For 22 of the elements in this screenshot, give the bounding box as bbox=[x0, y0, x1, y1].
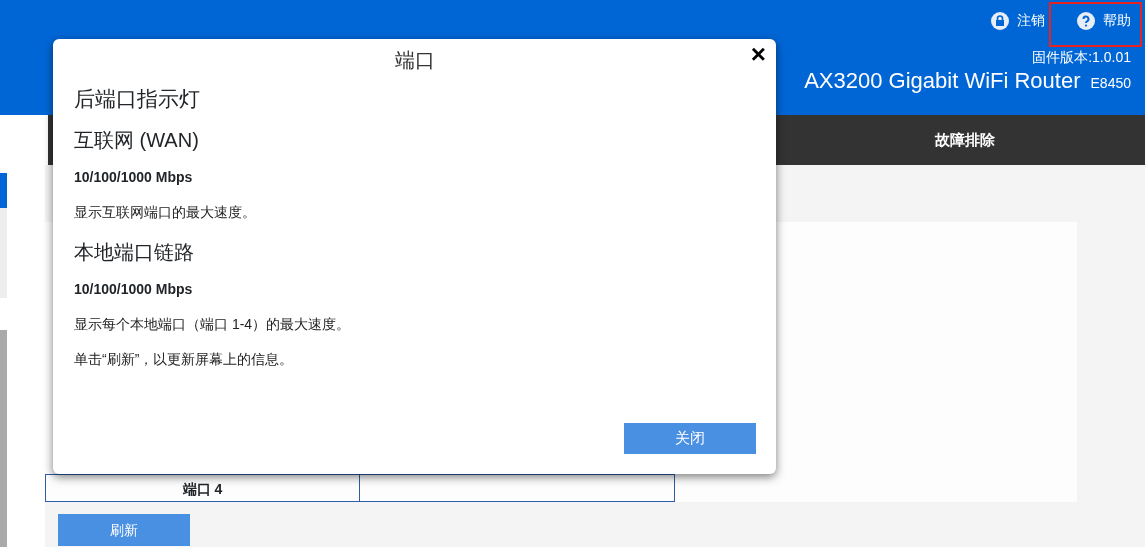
product-name: AX3200 Gigabit WiFi Router bbox=[804, 67, 1081, 95]
section-heading: 后端口指示灯 bbox=[74, 86, 201, 112]
model-number: E8450 bbox=[1090, 74, 1131, 93]
description-text: 单击“刷新”，以更新屏幕上的信息。 bbox=[74, 349, 295, 369]
help-icon bbox=[1077, 11, 1095, 30]
sidebar-item[interactable] bbox=[0, 208, 7, 298]
dialog-title: 端口 bbox=[394, 48, 436, 73]
logout-link[interactable]: 注销 bbox=[1017, 10, 1045, 31]
firmware-version: 固件版本:1.0.01 bbox=[1032, 48, 1131, 67]
refresh-button[interactable]: 刷新 bbox=[58, 514, 190, 546]
help-link[interactable]: 帮助 bbox=[1103, 10, 1131, 31]
description-text: 显示每个本地端口（端口 1-4）的最大速度。 bbox=[74, 314, 352, 334]
close-button[interactable]: 关闭 bbox=[624, 423, 756, 454]
speed-label: 10/100/1000 Mbps bbox=[74, 167, 194, 187]
description-text: 显示互联网端口的最大速度。 bbox=[74, 202, 257, 222]
subsection-heading: 本地端口链路 bbox=[74, 239, 195, 265]
lock-icon bbox=[991, 11, 1009, 30]
speed-label: 10/100/1000 Mbps bbox=[74, 279, 194, 299]
nav-tab[interactable]: 故障排除 bbox=[935, 130, 995, 148]
sidebar-item[interactable] bbox=[0, 173, 7, 208]
subsection-heading: 互联网 (WAN) bbox=[74, 127, 200, 153]
table-cell: 端口 4 bbox=[46, 475, 360, 501]
